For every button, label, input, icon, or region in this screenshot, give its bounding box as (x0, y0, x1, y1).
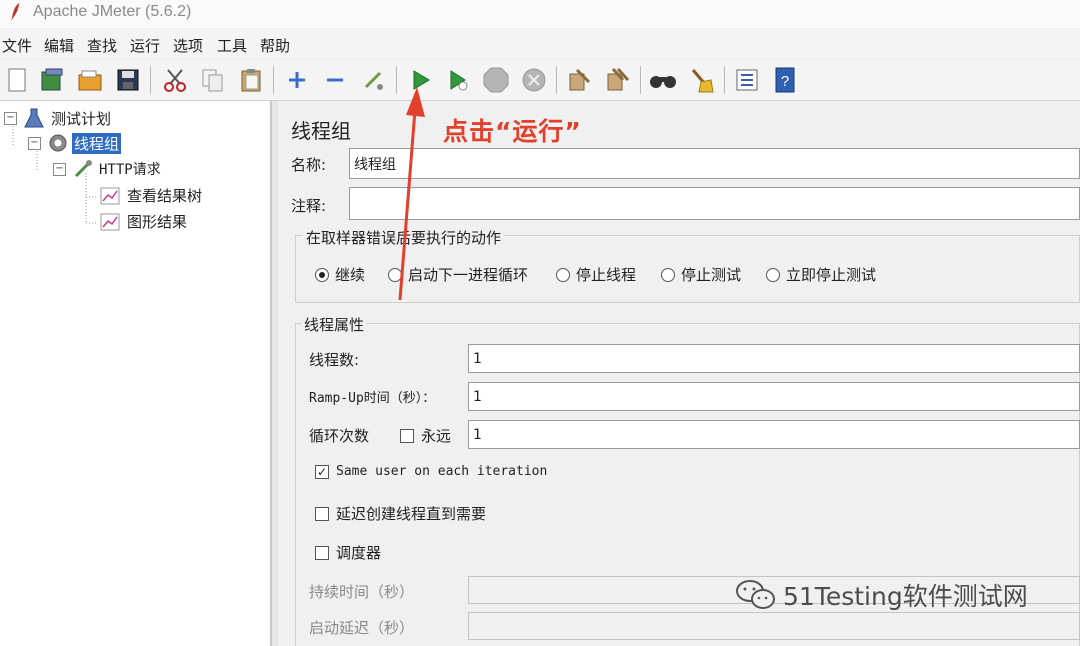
function-helper-icon[interactable] (732, 65, 762, 95)
annotation-text: 点击“运行” (443, 117, 582, 146)
test-plan-flask-icon (24, 108, 44, 128)
menu-edit[interactable]: 编辑 (44, 35, 74, 56)
new-icon[interactable] (2, 65, 32, 95)
tree-node-graph-results[interactable]: 图形结果 (100, 211, 189, 232)
save-icon[interactable] (113, 65, 143, 95)
radio-label: 停止线程 (576, 266, 637, 284)
startup-delay-label: 启动延迟（秒） (309, 619, 415, 637)
name-label: 名称: (291, 156, 327, 174)
listener-graph-icon (100, 187, 120, 204)
pipette-sampler-icon (74, 160, 92, 178)
clear-all-icon[interactable] (602, 65, 632, 95)
collapse-icon[interactable] (320, 65, 350, 95)
startup-delay-field (468, 612, 1080, 640)
rampup-label: Ramp-Up时间（秒）： (309, 391, 436, 406)
radio-unselected-icon (766, 267, 780, 282)
duration-label: 持续时间（秒） (309, 583, 415, 601)
thread-properties-title: 线程属性 (301, 314, 368, 335)
checkbox-unchecked-icon (315, 545, 329, 560)
tree-node-http-request[interactable]: − HTTP请求 (53, 158, 163, 180)
radio-stop-test[interactable]: 停止测试 (661, 264, 741, 285)
menu-options[interactable]: 选项 (173, 35, 203, 56)
menu-help[interactable]: 帮助 (260, 35, 290, 56)
checkbox-label: 调度器 (336, 544, 382, 562)
tree-label: HTTP请求 (99, 162, 161, 178)
menu-bar: 文件 编辑 查找 运行 选项 工具 帮助 (0, 30, 1080, 58)
checkbox-checked-icon: ✓ (315, 464, 329, 479)
tree-node-thread-group[interactable]: − 线程组 (28, 132, 122, 154)
menu-tools[interactable]: 工具 (217, 35, 247, 56)
clear-icon[interactable] (564, 65, 594, 95)
panel-title: 线程组 (291, 119, 351, 143)
gear-icon (49, 134, 67, 152)
test-plan-tree: − 测试计划 − 线程组 − HTTP请求 查看结果树 图形结果 (0, 101, 271, 646)
annotation-arrow-icon (398, 87, 425, 301)
forever-checkbox[interactable]: 永远 (400, 425, 451, 446)
svg-text:?: ? (781, 73, 789, 90)
radio-unselected-icon (661, 267, 675, 282)
watermark-text: 51Testing软件测试网 (783, 582, 1028, 611)
comment-label: 注释: (291, 197, 327, 215)
start-no-pause-icon[interactable] (443, 65, 473, 95)
tree-node-view-results-tree[interactable]: 查看结果树 (100, 185, 204, 206)
templates-icon[interactable] (37, 65, 67, 95)
menu-search[interactable]: 查找 (87, 35, 117, 56)
paste-icon[interactable] (236, 65, 266, 95)
delay-thread-creation-checkbox[interactable]: 延迟创建线程直到需要 (315, 503, 486, 524)
collapse-toggle-icon[interactable]: − (28, 136, 41, 150)
checkbox-unchecked-icon (315, 506, 329, 521)
radio-selected-icon (315, 267, 329, 282)
shutdown-icon[interactable] (519, 65, 549, 95)
radio-label: 立即停止测试 (786, 266, 877, 284)
same-user-checkbox[interactable]: ✓ Same user on each iteration (315, 464, 547, 479)
rampup-field[interactable]: 1 (468, 382, 1080, 411)
tree-node-test-plan[interactable]: − 测试计划 (4, 107, 113, 129)
collapse-toggle-icon[interactable]: − (4, 111, 17, 125)
tree-label: 线程组 (72, 132, 122, 154)
radio-continue[interactable]: 继续 (315, 264, 365, 285)
radio-label: 继续 (335, 266, 366, 284)
checkbox-label: Same user on each iteration (336, 464, 548, 479)
split-pane-divider[interactable] (271, 101, 278, 646)
menu-file[interactable]: 文件 (2, 35, 32, 56)
cut-icon[interactable] (160, 65, 190, 95)
name-field[interactable]: 线程组 (349, 148, 1080, 179)
checkbox-label: 延迟创建线程直到需要 (336, 505, 487, 523)
help-icon[interactable]: ? (770, 65, 800, 95)
tree-label: 图形结果 (127, 213, 188, 231)
tree-label: 测试计划 (51, 109, 112, 128)
window-title: Apache JMeter (5.6.2) (33, 3, 192, 20)
toggle-icon[interactable] (358, 65, 388, 95)
stop-icon[interactable] (481, 65, 511, 95)
expand-icon[interactable] (282, 65, 312, 95)
menu-run[interactable]: 运行 (130, 35, 160, 56)
open-icon[interactable] (75, 65, 105, 95)
collapse-toggle-icon[interactable]: − (53, 162, 66, 176)
listener-graph-icon (100, 213, 120, 230)
wechat-icon (736, 580, 775, 609)
radio-stop-test-now[interactable]: 立即停止测试 (766, 264, 876, 285)
watermark: 51Testing软件测试网 (735, 577, 1028, 613)
toolbar: ? (0, 60, 1080, 101)
loop-count-field[interactable]: 1 (468, 420, 1080, 449)
tree-label: 查看结果树 (127, 187, 203, 205)
comment-field[interactable] (349, 187, 1080, 220)
copy-icon[interactable] (198, 65, 228, 95)
radio-label: 停止测试 (681, 266, 742, 284)
title-bar: Apache JMeter (5.6.2) (0, 0, 1080, 28)
checkbox-unchecked-icon (400, 428, 414, 443)
threads-label: 线程数: (309, 351, 360, 369)
reset-search-icon[interactable] (686, 65, 716, 95)
checkbox-label: 永远 (421, 427, 452, 445)
radio-stop-thread[interactable]: 停止线程 (556, 264, 636, 285)
threads-field[interactable]: 1 (468, 344, 1080, 373)
loop-count-label: 循环次数 (309, 427, 370, 445)
scheduler-checkbox[interactable]: 调度器 (315, 542, 381, 563)
radio-unselected-icon (556, 267, 570, 282)
jmeter-feather-icon (11, 3, 19, 21)
search-icon[interactable] (648, 65, 678, 95)
